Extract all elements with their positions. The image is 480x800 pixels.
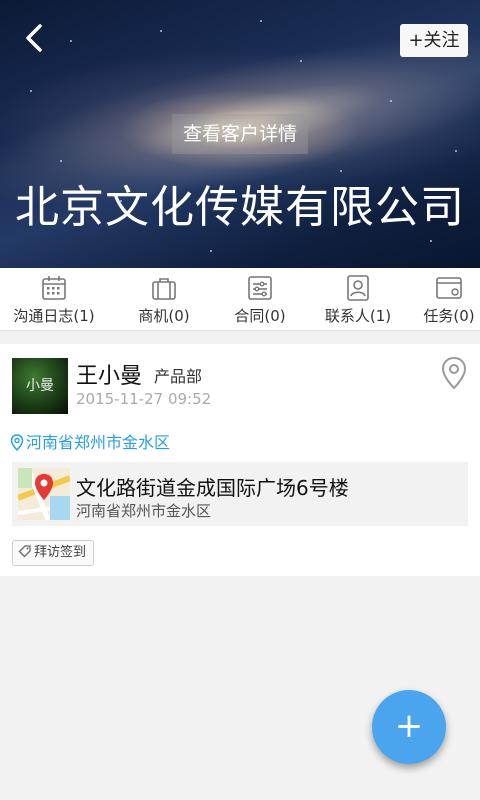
- task-icon: [436, 277, 462, 299]
- contact-name: 王小曼: [76, 364, 143, 389]
- tab-label: 联系人(1): [324, 307, 392, 325]
- communication-log-card[interactable]: 小曼 王小曼 产品部 2015-11-27 09:52 河南省郑州市金水区 文化…: [0, 344, 480, 576]
- address-title: 文化路街道金成国际广场6号楼: [76, 476, 349, 500]
- location-label: 河南省郑州市金水区: [26, 433, 171, 452]
- add-fab-button[interactable]: +: [372, 690, 446, 764]
- back-button[interactable]: [18, 20, 54, 56]
- tab-contacts[interactable]: 联系人(1): [308, 268, 408, 330]
- tab-label: 任务(0): [423, 307, 475, 325]
- location-small-icon: [10, 434, 24, 452]
- tab-bar: 沟通日志(1) 商机(0) 合同(0) 联系人(1) 任务(0): [0, 268, 480, 331]
- map-thumbnail-icon: [18, 468, 70, 520]
- chevron-left-icon: [26, 24, 42, 52]
- location-text[interactable]: 河南省郑州市金水区: [10, 429, 170, 453]
- company-name: 北京文化传媒有限公司: [15, 182, 465, 233]
- view-customer-detail-button[interactable]: 查看客户详情: [172, 114, 308, 154]
- address-card[interactable]: 文化路街道金成国际广场6号楼 河南省郑州市金水区: [12, 462, 468, 526]
- tab-label: 商机(0): [138, 307, 190, 325]
- avatar[interactable]: 小曼: [12, 358, 68, 414]
- contract-icon: [248, 276, 272, 300]
- tag-label: 拜访签到: [34, 545, 87, 560]
- location-pin-button[interactable]: [440, 356, 468, 390]
- visit-checkin-tag[interactable]: 拜访签到: [12, 540, 95, 566]
- tab-communication-log[interactable]: 沟通日志(1): [4, 268, 104, 330]
- follow-button[interactable]: +关注: [400, 24, 468, 57]
- location-pin-icon: [441, 356, 467, 390]
- address-subtitle: 河南省郑州市金水区: [76, 502, 212, 520]
- calendar-icon: [42, 276, 66, 300]
- tab-tasks[interactable]: 任务(0): [418, 268, 480, 330]
- contact-card-icon: [347, 275, 369, 301]
- tab-label: 合同(0): [234, 307, 286, 325]
- tab-label: 沟通日志(1): [13, 307, 95, 325]
- header-banner: +关注 查看客户详情 北京文化传媒有限公司: [0, 0, 480, 268]
- department-label: 产品部: [154, 367, 203, 386]
- log-timestamp: 2015-11-27 09:52: [76, 390, 212, 408]
- tab-contracts[interactable]: 合同(0): [210, 268, 310, 330]
- tab-opportunities[interactable]: 商机(0): [114, 268, 214, 330]
- briefcase-icon: [152, 278, 176, 300]
- tag-icon: [18, 545, 31, 558]
